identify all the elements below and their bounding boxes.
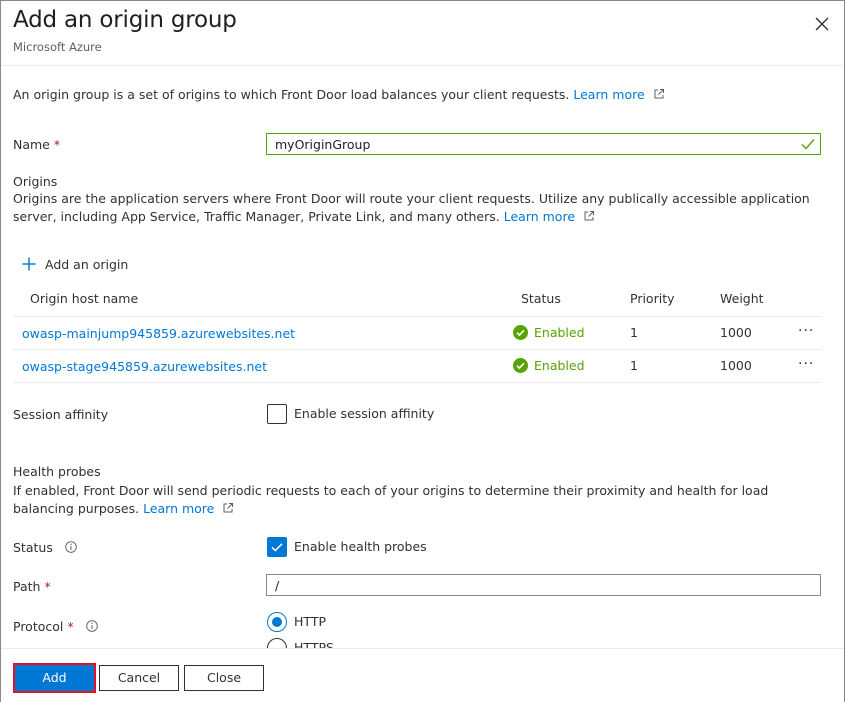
close-icon[interactable] <box>811 13 833 35</box>
intro-text: An origin group is a set of origins to w… <box>13 87 665 102</box>
weight-value: 1000 <box>720 325 752 340</box>
page-title: Add an origin group <box>13 7 237 33</box>
more-actions-icon[interactable]: ··· <box>798 356 814 372</box>
table-row-divider <box>13 349 821 350</box>
health-probes-description-text: If enabled, Front Door will send periodi… <box>13 483 769 516</box>
health-probes-checkbox[interactable] <box>267 537 287 557</box>
required-mark: * <box>53 137 61 152</box>
path-input[interactable] <box>266 574 821 596</box>
origins-description-text: Origins are the application servers wher… <box>13 191 810 224</box>
success-check-icon <box>513 358 528 373</box>
name-label: Name * <box>13 137 60 152</box>
name-input[interactable] <box>266 133 821 155</box>
header-divider <box>1 65 844 66</box>
session-affinity-label: Session affinity <box>13 407 109 422</box>
success-check-icon <box>513 325 528 340</box>
column-header-weight: Weight <box>720 291 764 306</box>
column-header-host: Origin host name <box>30 291 139 306</box>
add-button[interactable]: Add <box>13 663 96 693</box>
footer-bar: Add Cancel Close <box>1 648 844 702</box>
close-button[interactable]: Close <box>184 665 264 691</box>
more-actions-icon[interactable]: ··· <box>798 323 814 339</box>
origin-host-link[interactable]: owasp-mainjump945859.azurewebsites.net <box>22 326 295 341</box>
session-affinity-checkbox-label[interactable]: Enable session affinity <box>294 406 434 421</box>
weight-value: 1000 <box>720 358 752 373</box>
info-icon[interactable] <box>85 620 98 632</box>
add-origin-label: Add an origin <box>45 256 129 272</box>
protocol-label: Protocol * <box>13 619 98 634</box>
table-divider <box>13 316 821 317</box>
probe-status-label: Status <box>13 540 77 555</box>
cancel-button[interactable]: Cancel <box>99 665 179 691</box>
protocol-label-text: Protocol <box>13 619 64 634</box>
path-label-text: Path <box>13 579 41 594</box>
status-badge: Enabled <box>513 358 585 373</box>
health-probes-learn-more-link[interactable]: Learn more <box>143 501 214 516</box>
external-link-icon <box>654 89 664 99</box>
origin-host-link[interactable]: owasp-stage945859.azurewebsites.net <box>22 359 267 374</box>
status-text: Enabled <box>534 358 585 373</box>
origins-description: Origins are the application servers wher… <box>13 190 813 226</box>
column-header-status: Status <box>521 291 561 306</box>
required-mark: * <box>67 619 74 634</box>
page-subtitle: Microsoft Azure <box>13 40 102 54</box>
name-label-text: Name <box>13 137 50 152</box>
protocol-http-label[interactable]: HTTP <box>294 614 326 629</box>
add-origin-button[interactable]: Add an origin <box>22 254 128 274</box>
status-badge: Enabled <box>513 325 585 340</box>
table-row-divider <box>13 382 821 383</box>
intro-description: An origin group is a set of origins to w… <box>13 87 570 102</box>
intro-learn-more-link[interactable]: Learn more <box>573 87 644 102</box>
valid-check-icon <box>801 139 815 150</box>
external-link-icon <box>223 503 234 513</box>
session-affinity-checkbox[interactable] <box>267 404 287 424</box>
status-text: Enabled <box>534 325 585 340</box>
external-link-icon <box>584 211 594 221</box>
health-probes-description: If enabled, Front Door will send periodi… <box>13 482 813 518</box>
info-icon[interactable] <box>65 541 77 553</box>
health-probes-heading: Health probes <box>13 464 101 479</box>
dialog-panel: Add an origin group Microsoft Azure An o… <box>0 0 845 702</box>
required-mark: * <box>44 579 51 594</box>
protocol-http-radio[interactable] <box>267 612 287 632</box>
priority-value: 1 <box>630 325 638 340</box>
path-label: Path * <box>13 579 51 594</box>
plus-icon <box>22 257 36 271</box>
probe-status-label-text: Status <box>13 540 53 555</box>
origins-learn-more-link[interactable]: Learn more <box>504 209 575 224</box>
column-header-priority: Priority <box>630 291 675 306</box>
priority-value: 1 <box>630 358 638 373</box>
health-probes-checkbox-label[interactable]: Enable health probes <box>294 539 427 554</box>
checkmark-icon <box>271 543 283 552</box>
origins-heading: Origins <box>13 174 58 189</box>
